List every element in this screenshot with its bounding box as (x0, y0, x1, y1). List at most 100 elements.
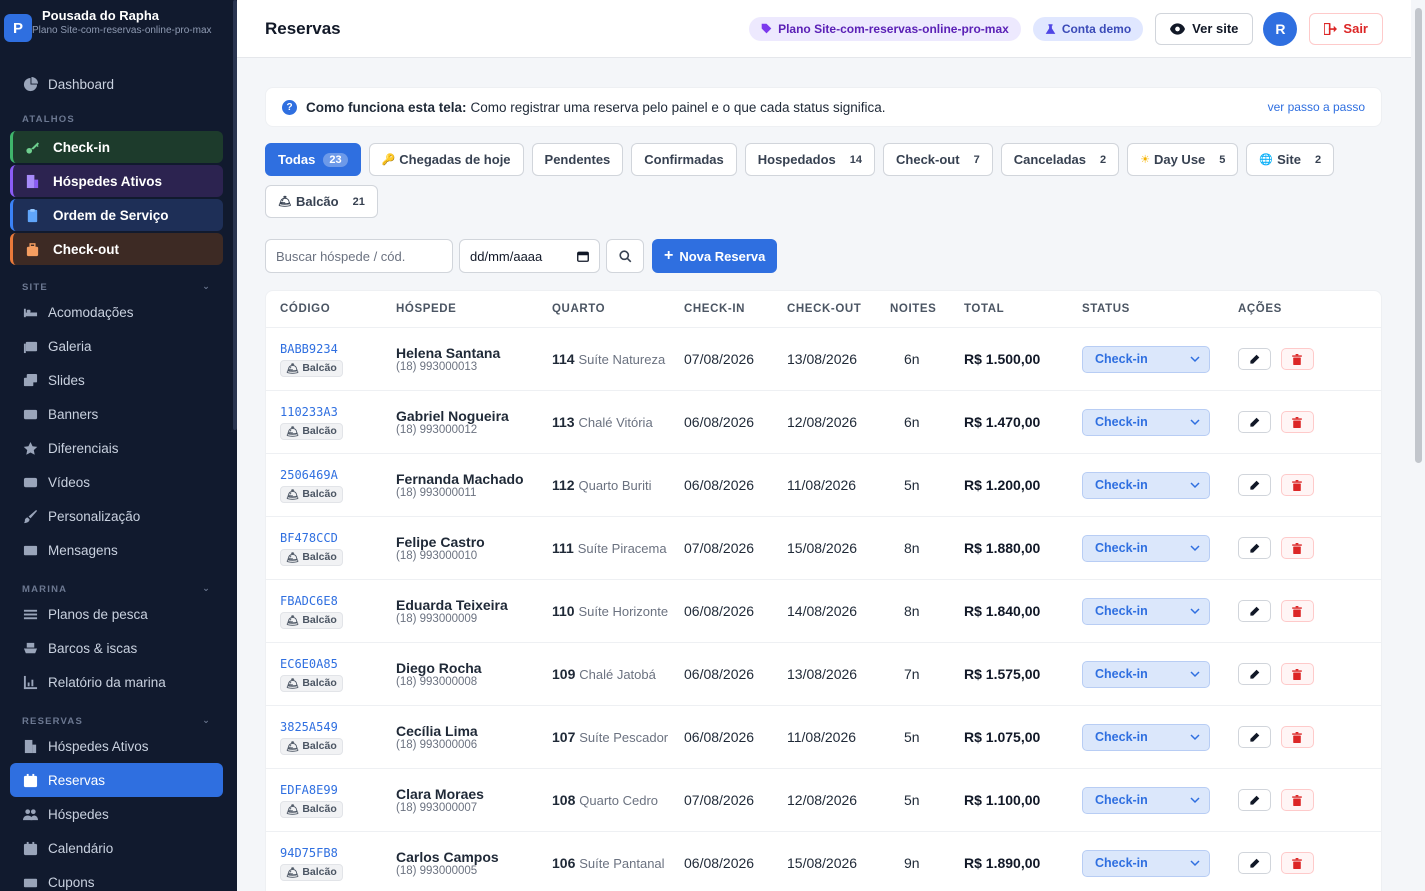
sidebar-item-acomodacoes[interactable]: Acomodações (0, 295, 237, 329)
sidebar-item-cupons[interactable]: Cupons (0, 865, 237, 891)
edit-button[interactable] (1238, 474, 1271, 496)
sidebar-item-personalizacao[interactable]: Personalização (0, 499, 237, 533)
search-button[interactable] (606, 239, 644, 273)
exit-button[interactable]: Sair (1309, 12, 1383, 45)
status-value: Check-in (1095, 667, 1148, 681)
status-select[interactable]: Check-in (1082, 408, 1210, 436)
status-select[interactable]: Check-in (1082, 597, 1210, 625)
reservation-code-link[interactable]: EDFA8E99 (280, 783, 396, 797)
reservation-code-link[interactable]: 110233A3 (280, 405, 396, 419)
edit-button[interactable] (1238, 726, 1271, 748)
step-by-step-link[interactable]: ver passo a passo (1268, 100, 1365, 114)
sidebar-item-diferenciais[interactable]: Diferenciais (0, 431, 237, 465)
sidebar-item-relatorio-marina[interactable]: Relatório da marina (0, 665, 237, 699)
sidebar-item-mensagens[interactable]: Mensagens (0, 533, 237, 567)
delete-button[interactable] (1280, 789, 1314, 811)
section-site[interactable]: SITE ⌄ (0, 273, 237, 295)
reservation-code-link[interactable]: 94D75FB8 (280, 846, 396, 860)
filter-chegadas-hoje[interactable]: 🔑 Chegadas de hoje (368, 143, 524, 176)
shortcut-ordem-servico[interactable]: Ordem de Serviço (10, 199, 223, 231)
filter-pendentes[interactable]: Pendentes (531, 143, 624, 176)
sidebar-item-reservas[interactable]: Reservas (10, 763, 223, 797)
new-reservation-button[interactable]: + Nova Reserva (652, 239, 778, 273)
header-noites[interactable]: NOITES (890, 303, 964, 315)
header-status[interactable]: STATUS (1082, 303, 1238, 315)
status-select[interactable]: Check-in (1082, 471, 1210, 499)
edit-button[interactable] (1238, 663, 1271, 685)
sidebar-item-dashboard[interactable]: Dashboard (0, 67, 237, 101)
delete-button[interactable] (1280, 852, 1314, 874)
shortcut-check-out[interactable]: Check-out (10, 233, 223, 265)
section-marina[interactable]: MARINA ⌄ (0, 575, 237, 597)
filter-hospedados[interactable]: Hospedados 14 (744, 143, 876, 176)
sidebar-item-planos-pesca[interactable]: Planos de pesca (0, 597, 237, 631)
filter-canceladas[interactable]: Canceladas 2 (1000, 143, 1120, 176)
shortcut-check-in[interactable]: Check-in (10, 131, 223, 163)
status-select[interactable]: Check-in (1082, 660, 1210, 688)
page-scrollbar[interactable] (1415, 8, 1422, 463)
delete-button[interactable] (1280, 726, 1314, 748)
edit-button[interactable] (1238, 600, 1271, 622)
status-select[interactable]: Check-in (1082, 786, 1210, 814)
reservation-code-link[interactable]: 2506469A (280, 468, 396, 482)
search-input[interactable]: Buscar hóspede / cód. (265, 239, 453, 273)
status-select[interactable]: Check-in (1082, 849, 1210, 877)
filter-site[interactable]: 🌐 Site 2 (1246, 143, 1335, 176)
header-hospede[interactable]: HÓSPEDE (396, 303, 552, 315)
reservation-code-link[interactable]: BF478CCD (280, 531, 396, 545)
header-codigo[interactable]: CÓDIGO (266, 303, 396, 315)
status-select[interactable]: Check-in (1082, 534, 1210, 562)
pencil-icon (1249, 795, 1260, 806)
delete-button[interactable] (1280, 663, 1314, 685)
reservation-code-link[interactable]: FBADC6E8 (280, 594, 396, 608)
sidebar-item-videos[interactable]: Vídeos (0, 465, 237, 499)
delete-button[interactable] (1280, 537, 1314, 559)
header-total[interactable]: TOTAL (964, 303, 1082, 315)
filter-day-use[interactable]: ☀ Day Use 5 (1127, 143, 1239, 176)
reservation-code-link[interactable]: 3825A549 (280, 720, 396, 734)
status-select[interactable]: Check-in (1082, 345, 1210, 373)
header-check-in[interactable]: CHECK-IN (684, 303, 787, 315)
delete-button[interactable] (1280, 474, 1314, 496)
room-number: 110 (552, 603, 575, 619)
delete-button[interactable] (1280, 600, 1314, 622)
sidebar-item-hospedes[interactable]: Hóspedes (0, 797, 237, 831)
date-input[interactable]: dd/mm/aaaa (459, 239, 600, 273)
reservation-code-link[interactable]: EC6E0A85 (280, 657, 396, 671)
edit-button[interactable] (1238, 411, 1271, 433)
delete-button[interactable] (1280, 348, 1314, 370)
edit-button[interactable] (1238, 789, 1271, 811)
source-badge: 🛎 Balcão (280, 611, 343, 629)
sidebar-item-banners[interactable]: Banners (0, 397, 237, 431)
edit-button[interactable] (1238, 852, 1271, 874)
reservation-code-link[interactable]: BABB9234 (280, 342, 396, 356)
sidebar-item-hospedes-ativos[interactable]: Hóspedes Ativos (0, 729, 237, 763)
filter-todas[interactable]: Todas 23 (265, 143, 361, 176)
header-quarto[interactable]: QUARTO (552, 303, 684, 315)
shortcut-hospedes-ativos[interactable]: Hóspedes Ativos (10, 165, 223, 197)
filter-confirmadas[interactable]: Confirmadas (631, 143, 737, 176)
demo-pill[interactable]: Conta demo (1032, 16, 1144, 41)
filter-balcao[interactable]: 🛎 Balcão 21 (265, 185, 378, 218)
calendar-icon[interactable] (577, 250, 589, 262)
delete-button[interactable] (1280, 411, 1314, 433)
filter-check-out[interactable]: Check-out 7 (883, 143, 993, 176)
table-row: 2506469A 🛎 Balcão Fernanda Machado (18) 9… (266, 454, 1381, 517)
sidebar-item-galeria[interactable]: Galeria (0, 329, 237, 363)
sidebar-item-barcos-iscas[interactable]: Barcos & iscas (0, 631, 237, 665)
filter-count: 2 (1314, 153, 1322, 166)
sidebar-item-calendario[interactable]: Calendário (0, 831, 237, 865)
plan-pill[interactable]: Plano Site-com-reservas-online-pro-max (749, 16, 1021, 41)
reservations-table: CÓDIGO HÓSPEDE QUARTO CHECK-IN CHECK-OUT… (265, 290, 1382, 891)
edit-button[interactable] (1238, 348, 1271, 370)
section-reservas[interactable]: RESERVAS ⌄ (0, 707, 237, 729)
edit-button[interactable] (1238, 537, 1271, 559)
sidebar-item-label: Banners (48, 406, 99, 422)
view-site-button[interactable]: Ver site (1155, 12, 1254, 45)
avatar[interactable]: R (1263, 11, 1298, 46)
status-select[interactable]: Check-in (1082, 723, 1210, 751)
filter-label: Todas (278, 152, 316, 167)
sidebar-item-slides[interactable]: Slides (0, 363, 237, 397)
section-reservas-label: RESERVAS (22, 716, 83, 727)
header-check-out[interactable]: CHECK-OUT (787, 303, 890, 315)
